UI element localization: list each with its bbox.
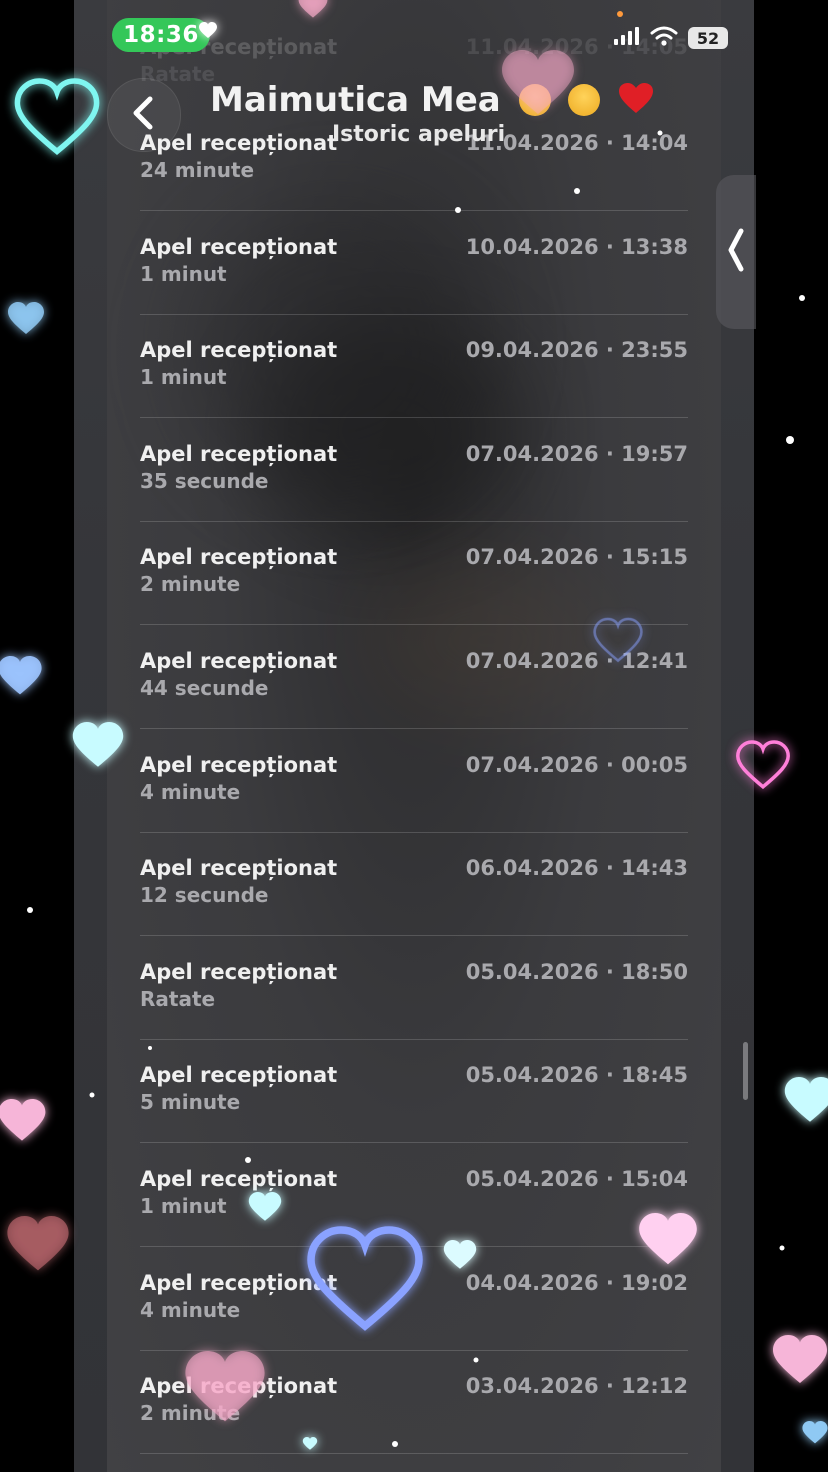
chevron-left-icon bbox=[727, 228, 745, 276]
battery-indicator: 52 bbox=[688, 27, 728, 49]
call-row[interactable]: Apel recepționat 1 minut 09.04.2026 · 23:5… bbox=[140, 314, 688, 419]
call-title: Apel recepționat bbox=[140, 1167, 338, 1191]
call-duration: 1 minut bbox=[140, 261, 227, 286]
pleading-face-emoji bbox=[518, 84, 551, 116]
call-row[interactable]: Apel recepționat 4 minute 04.04.2026 · 19:… bbox=[140, 1247, 688, 1351]
screen: Apel recepționat Ratate 11.04.2026 · 14:… bbox=[0, 0, 828, 1472]
call-duration: 4 minute bbox=[140, 1297, 241, 1322]
call-title: Apel recepționat bbox=[140, 1374, 338, 1399]
call-duration: 24 minute bbox=[140, 158, 255, 182]
call-datetime: 07.04.2026 · 12:41 bbox=[465, 649, 688, 673]
call-title: Apel recepționat bbox=[140, 338, 338, 363]
call-datetime: 09.04.2026 · 23:55 bbox=[465, 338, 688, 363]
call-datetime: 04.04.2026 · 19:02 bbox=[465, 1270, 688, 1295]
call-duration: 4 minute bbox=[140, 779, 241, 804]
call-title: Apel recepționat bbox=[140, 234, 338, 259]
status-time: 18:36 bbox=[112, 18, 210, 52]
call-datetime: 05.04.2026 · 18:45 bbox=[465, 1063, 688, 1088]
call-duration: 1 minut bbox=[140, 365, 227, 390]
call-datetime: 07.04.2026 · 19:57 bbox=[465, 441, 688, 466]
chevron-left-icon bbox=[130, 95, 158, 135]
call-row[interactable]: Apel recepționat 5 minute 05.04.2026 · 18:… bbox=[140, 1039, 688, 1144]
contact-name: Maimutica Mea bbox=[210, 80, 501, 120]
call-title: Apel recepționat bbox=[140, 1270, 338, 1295]
call-datetime: 03.04.2026 · 12:12 bbox=[465, 1374, 688, 1399]
call-row[interactable]: Apel recepționat 12 secunde 06.04.2026 · 1… bbox=[140, 832, 688, 937]
call-title: Apel recepționat bbox=[140, 752, 338, 777]
call-row[interactable]: Apel recepționat 4 minute 07.04.2026 · 00:… bbox=[140, 729, 688, 833]
heart-eyes-emoji bbox=[568, 84, 601, 116]
page-subtitle: Istoric apeluri bbox=[332, 122, 506, 147]
call-datetime: 10.04.2026 · 13:38 bbox=[465, 234, 688, 259]
call-title: Apel recepționat bbox=[140, 1063, 338, 1088]
call-duration: 2 minute bbox=[140, 1401, 241, 1426]
call-datetime: 05.04.2026 · 15:04 bbox=[465, 1167, 688, 1191]
call-row[interactable]: Apel recepționat 44 secunde 07.04.2026 · 1… bbox=[140, 625, 688, 729]
call-duration: 1 minut bbox=[140, 1194, 227, 1218]
side-panel-tab[interactable] bbox=[716, 175, 756, 329]
call-row[interactable]: Apel recepționat 1 minut 05.04.2026 · 15:0… bbox=[140, 1143, 688, 1247]
call-row[interactable]: Apel recepționat 2 minute 07.04.2026 · 15:… bbox=[140, 521, 688, 626]
call-duration: 2 minute bbox=[140, 572, 241, 597]
call-duration: Ratate bbox=[140, 986, 216, 1011]
call-datetime: 05.04.2026 · 18:50 bbox=[465, 959, 688, 984]
call-datetime: 07.04.2026 · 15:15 bbox=[465, 545, 688, 570]
status-icons: 52 bbox=[614, 26, 728, 50]
call-title: Apel recepționat bbox=[140, 441, 338, 466]
call-title: Apel recepționat bbox=[140, 856, 338, 881]
status-bar: 18:36 52 bbox=[0, 0, 828, 70]
call-row[interactable]: Apel recepționat 35 secunde 07.04.2026 · 1… bbox=[140, 418, 688, 522]
cellular-signal-icon bbox=[614, 27, 640, 49]
call-duration: 35 secunde bbox=[140, 468, 269, 493]
call-datetime: 06.04.2026 · 14:43 bbox=[465, 856, 688, 881]
call-title: Apel recepționat bbox=[140, 649, 338, 673]
call-row[interactable]: Apel recepționat 2 minute 03.04.2026 · 12:… bbox=[140, 1350, 688, 1455]
back-button[interactable] bbox=[107, 78, 181, 152]
call-duration: 12 secunde bbox=[140, 883, 269, 908]
scroll-indicator[interactable] bbox=[743, 1042, 748, 1100]
call-row[interactable]: Apel recepționat 1 minut 10.04.2026 · 13:3… bbox=[140, 211, 688, 315]
call-duration: 5 minute bbox=[140, 1090, 241, 1115]
call-row[interactable]: Apel recepționat Ratate 05.04.2026 · 18:50 bbox=[140, 936, 688, 1040]
call-title: Apel recepționat bbox=[140, 545, 338, 570]
call-datetime: 07.04.2026 · 00:05 bbox=[465, 752, 688, 777]
wifi-icon bbox=[650, 26, 678, 50]
contact-name-title: Maimutica Mea bbox=[210, 80, 654, 124]
call-title: Apel recepționat bbox=[140, 959, 338, 984]
red-heart-emoji bbox=[618, 83, 654, 124]
call-duration: 44 secunde bbox=[140, 676, 269, 700]
row-divider bbox=[140, 1453, 688, 1455]
